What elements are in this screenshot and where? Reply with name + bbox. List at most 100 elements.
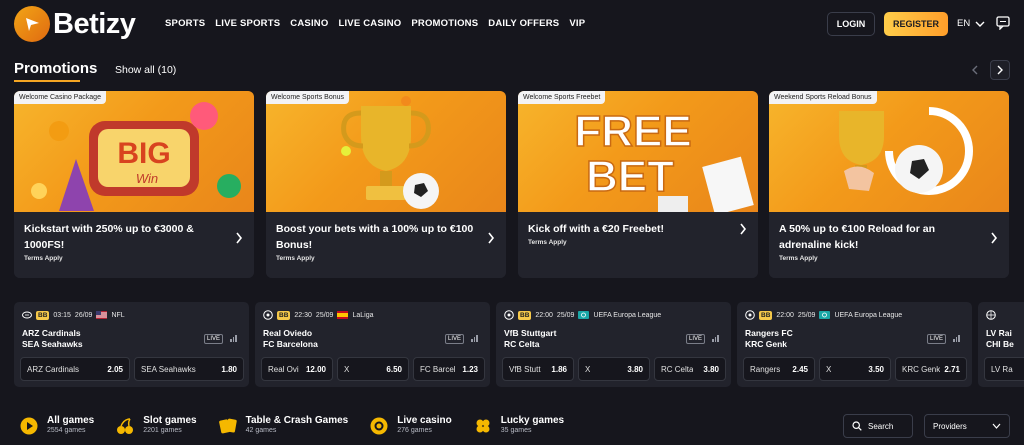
league-name: UEFA Europa League [834, 311, 903, 319]
promo-card-sports-bonus[interactable]: Welcome Sports Bonus Boost your bets wit… [266, 91, 506, 278]
live-badge: LIVE [204, 334, 224, 344]
providers-dropdown[interactable]: Providers [924, 414, 1010, 438]
odds-button[interactable]: X 6.50 [337, 357, 409, 381]
league-name: UEFA Europa League [593, 311, 662, 319]
home-team: Real Oviedo [263, 328, 313, 338]
nav-live-sports[interactable]: LIVE SPORTS [215, 18, 280, 29]
odds-value: 2.05 [107, 364, 123, 374]
match-card[interactable]: BB 22:00 25/09 UEFA Europa League VfB St… [496, 302, 731, 387]
away-team: SEA Seahawks [22, 339, 83, 349]
language-selector[interactable]: EN [957, 18, 985, 29]
category-slot-games[interactable]: Slot games 2201 games [116, 414, 197, 435]
category-lucky-games[interactable]: Lucky games 35 games [474, 414, 564, 435]
odds-button[interactable]: X 3.50 [819, 357, 891, 381]
terms-apply-link[interactable]: Terms Apply [276, 255, 315, 262]
terms-apply-link[interactable]: Terms Apply [779, 255, 818, 262]
soccer-ball-icon [263, 310, 273, 320]
promo-image: FREE BET [518, 91, 758, 216]
terms-apply-link[interactable]: Terms Apply [528, 239, 567, 246]
stats-icon[interactable] [471, 335, 478, 342]
carousel-next-button[interactable] [990, 60, 1010, 80]
odds-value: 3.80 [627, 364, 643, 374]
title-underline [14, 80, 80, 82]
promo-card-body: Kick off with a €20 Freebet! Terms Apply [518, 212, 758, 278]
league-name: NFL [111, 311, 125, 319]
match-teams: Real Oviedo FC Barcelona [263, 328, 318, 350]
match-card[interactable]: BB 03:15 26/09 NFL ARZ Cardinals SEA Sea… [14, 302, 249, 387]
match-card[interactable]: BB 22:00 25/09 UEFA Europa League Ranger… [737, 302, 972, 387]
promo-card-casino-package[interactable]: BIG Win Welcome Casino Package Kickstart… [14, 91, 254, 278]
win-art-text: Win [136, 171, 158, 186]
bb-badge: BB [518, 310, 532, 320]
stats-icon[interactable] [712, 335, 719, 342]
odds-button[interactable]: Rangers 2.45 [743, 357, 815, 381]
logo-mark-icon [14, 6, 50, 42]
show-all-link[interactable]: Show all (10) [115, 64, 176, 76]
nav-vip[interactable]: VIP [569, 18, 585, 29]
promo-text: Kickstart with 250% up to €3000 & 1000FS… [24, 223, 194, 251]
category-all-games[interactable]: All games 2554 games [20, 414, 94, 435]
nav-promotions[interactable]: PROMOTIONS [411, 18, 478, 29]
chevron-left-icon [972, 65, 978, 75]
trophy-illustration [341, 96, 439, 209]
trophy-ball-illustration [839, 107, 973, 195]
chat-icon[interactable] [996, 16, 1010, 30]
odds-button[interactable]: LV Ra [984, 357, 1024, 381]
spain-flag-icon [337, 311, 349, 319]
odds-row: VfB Stutt 1.86 X 3.80 RC Celta 3.80 [502, 357, 726, 381]
match-time: 22:00 [535, 311, 553, 319]
odds-label: KRC Genk [902, 364, 941, 374]
odds-button[interactable]: Real Ovi 12.00 [261, 357, 333, 381]
odds-button[interactable]: ARZ Cardinals 2.05 [20, 357, 130, 381]
category-live-casino[interactable]: Live casino 276 games [370, 414, 452, 435]
odds-value: 6.50 [386, 364, 402, 374]
odds-button[interactable]: FC Barcel 1.23 [413, 357, 485, 381]
promo-text: A 50% up to €100 Reload for an adrenalin… [779, 223, 935, 251]
odds-button[interactable]: KRC Genk 2.71 [895, 357, 967, 381]
nav-sports[interactable]: SPORTS [165, 18, 205, 29]
odds-label: Real Ovi [268, 364, 299, 374]
carousel-prev-button[interactable] [965, 60, 985, 80]
register-button[interactable]: REGISTER [884, 12, 948, 36]
chevron-down-icon [992, 423, 1001, 429]
odds-label: FC Barcel [420, 364, 456, 374]
login-button[interactable]: LOGIN [827, 12, 875, 36]
match-time: 22:30 [294, 311, 312, 319]
category-table-crash[interactable]: Table & Crash Games 42 games [218, 414, 348, 435]
odds-value: 2.45 [792, 364, 808, 374]
odds-button[interactable]: X 3.80 [578, 357, 650, 381]
chevron-right-icon [236, 232, 243, 244]
odds-button[interactable]: SEA Seahawks 1.80 [134, 357, 244, 381]
stats-icon[interactable] [953, 335, 960, 342]
game-search-input[interactable]: Search [843, 414, 913, 438]
category-name: Slot games [143, 415, 197, 426]
promo-card-sports-freebet[interactable]: FREE BET Welcome Sports Freebet Kick off… [518, 91, 758, 278]
promo-tag: Weekend Sports Reload Bonus [769, 91, 877, 104]
nav-live-casino[interactable]: LIVE CASINO [338, 18, 401, 29]
stats-icon[interactable] [230, 335, 237, 342]
odds-label: X [344, 364, 350, 374]
match-time: 03:15 [53, 311, 71, 319]
brand-logo[interactable]: Betizy [14, 6, 136, 42]
promo-tag: Welcome Sports Bonus [266, 91, 350, 104]
terms-apply-link[interactable]: Terms Apply [24, 255, 63, 262]
promo-card-body: Kickstart with 250% up to €3000 & 1000FS… [14, 212, 254, 278]
odds-button[interactable]: VfB Stutt 1.86 [502, 357, 574, 381]
odds-button[interactable]: RC Celta 3.80 [654, 357, 726, 381]
match-date: 25/09 [315, 311, 334, 319]
match-meta [986, 310, 996, 320]
chevron-right-icon [997, 65, 1003, 75]
nav-casino[interactable]: CASINO [290, 18, 328, 29]
category-name: All games [47, 415, 95, 426]
match-card[interactable]: BB 22:30 25/09 LaLiga Real Oviedo FC Bar… [255, 302, 490, 387]
category-count: 2554 games [47, 427, 86, 434]
chevron-down-icon [975, 21, 985, 27]
odds-value: 12.00 [305, 364, 326, 374]
promo-card-weekend-reload[interactable]: Weekend Sports Reload Bonus A 50% up to … [769, 91, 1009, 278]
nav-daily-offers[interactable]: DAILY OFFERS [488, 18, 559, 29]
odds-label: SEA Seahawks [141, 364, 196, 374]
search-icon [852, 421, 862, 431]
match-card-partial[interactable]: LV Rai CHI Be LV Ra [978, 302, 1024, 387]
live-badge: LIVE [927, 334, 947, 344]
promo-tag: Welcome Sports Freebet [518, 91, 606, 104]
